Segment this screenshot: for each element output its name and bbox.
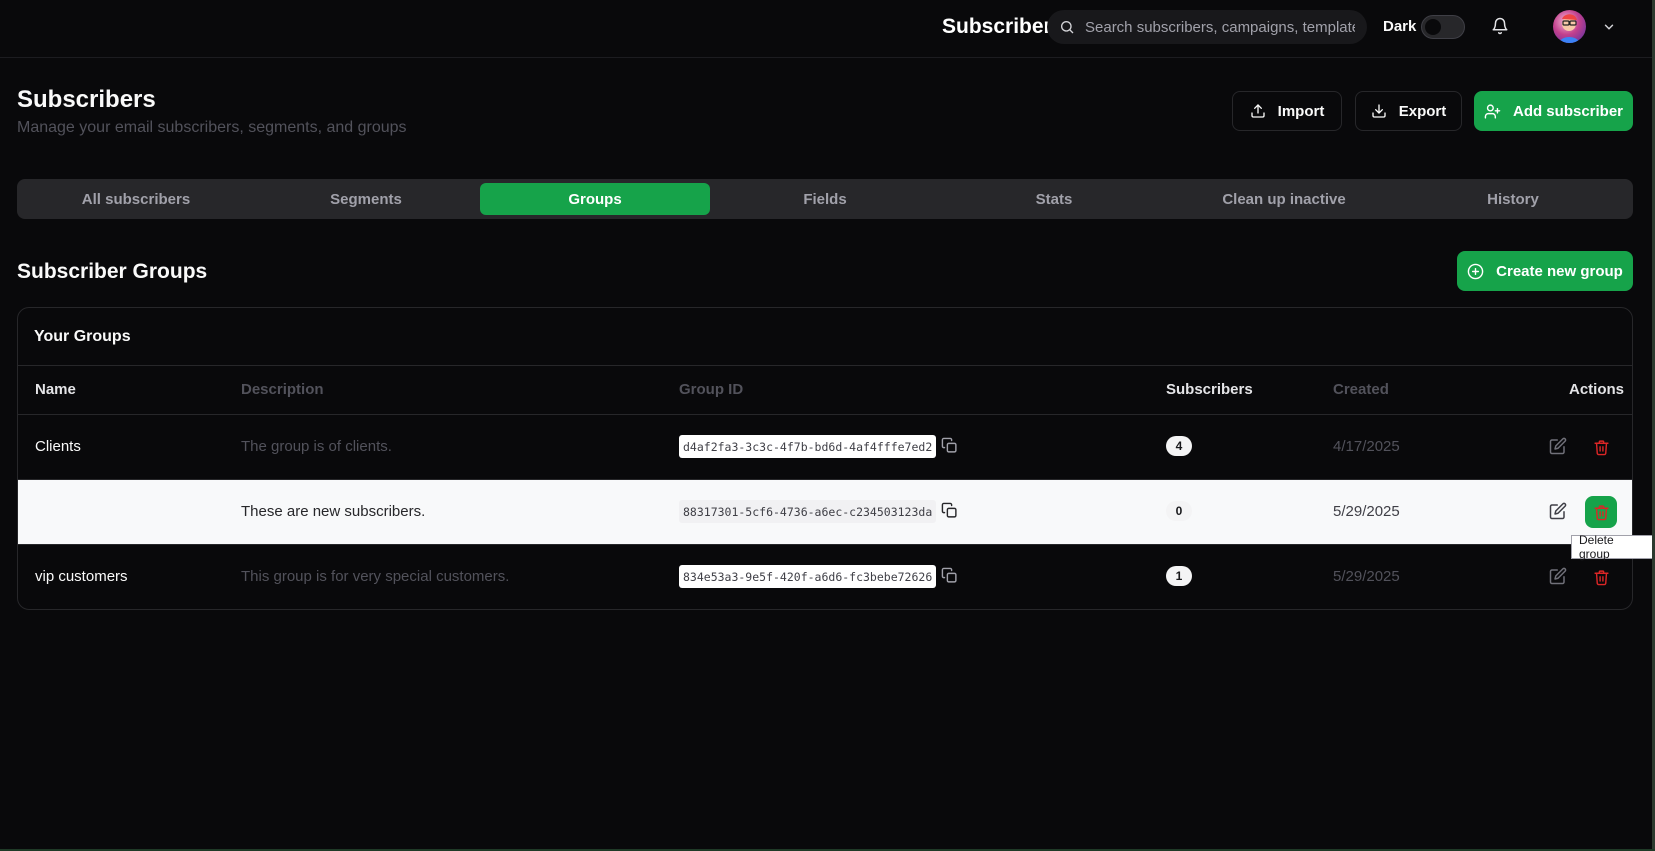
delete-group-button[interactable] xyxy=(1585,561,1617,593)
subscriber-count-badge: 1 xyxy=(1166,566,1192,586)
tab-fields[interactable]: Fields xyxy=(710,183,940,215)
delete-group-button[interactable] xyxy=(1585,496,1617,528)
edit-icon[interactable] xyxy=(1549,567,1567,585)
group-name: Clients xyxy=(35,438,81,455)
group-id: 834e53a3-9e5f-420f-a6d6-fc3bebe72626 xyxy=(679,565,937,588)
topbar-title: Subscribers xyxy=(942,15,1064,38)
col-actions: Actions xyxy=(1569,381,1625,398)
bell-icon[interactable] xyxy=(1491,17,1509,35)
import-label: Import xyxy=(1277,102,1325,120)
delete-group-tooltip: Delete group xyxy=(1571,533,1655,561)
group-name: vip customers xyxy=(35,568,128,585)
group-description: This group is for very special customers… xyxy=(241,568,510,585)
export-button[interactable]: Export xyxy=(1355,91,1462,131)
create-group-button[interactable]: Create new group xyxy=(1457,251,1633,291)
tab-segments[interactable]: Segments xyxy=(251,183,481,215)
table-row[interactable]: Clients The group is of clients. d4af2fa… xyxy=(18,415,1632,480)
copy-icon[interactable] xyxy=(941,437,958,454)
theme-toggle[interactable] xyxy=(1421,15,1465,39)
search-icon xyxy=(1061,21,1074,34)
create-group-label: Create new group xyxy=(1496,262,1623,280)
group-description: The group is of clients. xyxy=(241,438,392,455)
avatar[interactable] xyxy=(1553,10,1586,43)
page-subtitle: Manage your email subscribers, segments,… xyxy=(17,119,407,136)
groups-table: Name Description Group ID Subscribers Cr… xyxy=(18,365,1632,609)
copy-icon[interactable] xyxy=(941,502,958,519)
search-input[interactable] xyxy=(1085,18,1355,36)
user-plus-icon xyxy=(1484,103,1501,119)
tab-history[interactable]: History xyxy=(1398,183,1628,215)
subscriber-count-badge: 4 xyxy=(1166,436,1192,456)
chevron-down-icon[interactable] xyxy=(1602,20,1616,34)
tab-stats[interactable]: Stats xyxy=(939,183,1169,215)
trash-icon xyxy=(1593,569,1609,585)
edit-icon[interactable] xyxy=(1549,502,1567,520)
toggle-knob xyxy=(1425,19,1441,35)
edit-icon[interactable] xyxy=(1549,437,1567,455)
groups-card: Your Groups Name Description Group ID Su… xyxy=(17,307,1633,610)
group-id: d4af2fa3-3c3c-4f7b-bd6d-4af4fffe7ed2 xyxy=(679,435,937,458)
download-icon xyxy=(1372,104,1386,118)
created-date: 5/29/2025 xyxy=(1333,503,1400,520)
tab-bar: All subscribers Segments Groups Fields S… xyxy=(17,179,1633,219)
col-description: Description xyxy=(241,381,324,398)
search-box[interactable] xyxy=(1047,10,1367,44)
tab-all-subscribers[interactable]: All subscribers xyxy=(21,183,251,215)
col-subscribers: Subscribers xyxy=(1166,381,1253,398)
created-date: 4/17/2025 xyxy=(1333,438,1400,455)
page-title: Subscribers xyxy=(17,86,156,113)
table-row[interactable]: vip customers This group is for very spe… xyxy=(18,545,1632,609)
tab-groups[interactable]: Groups xyxy=(480,183,710,215)
col-name: Name xyxy=(35,381,76,398)
col-group-id: Group ID xyxy=(679,381,744,398)
trash-icon xyxy=(1593,439,1609,455)
card-title: Your Groups xyxy=(34,328,131,345)
group-description: These are new subscribers. xyxy=(241,503,426,520)
section-title: Subscriber Groups xyxy=(17,260,208,283)
plus-circle-icon xyxy=(1467,263,1484,279)
trash-icon xyxy=(1593,504,1609,520)
subscriber-count-badge: 0 xyxy=(1166,501,1192,521)
avatar-face-icon xyxy=(1559,14,1580,43)
group-id: 88317301-5cf6-4736-a6ec-c234503123da xyxy=(679,500,937,523)
table-header: Name Description Group ID Subscribers Cr… xyxy=(18,366,1632,415)
top-bar: Subscribers Dark xyxy=(0,0,1655,58)
col-created: Created xyxy=(1333,381,1389,398)
theme-label: Dark xyxy=(1383,18,1417,35)
add-subscriber-label: Add subscriber xyxy=(1512,102,1624,120)
add-subscriber-button[interactable]: Add subscriber xyxy=(1474,91,1633,131)
created-date: 5/29/2025 xyxy=(1333,568,1400,585)
copy-icon[interactable] xyxy=(941,567,958,584)
import-button[interactable]: Import xyxy=(1232,91,1342,131)
tab-clean-up-inactive[interactable]: Clean up inactive xyxy=(1169,183,1399,215)
delete-group-button[interactable] xyxy=(1585,431,1617,463)
export-label: Export xyxy=(1398,102,1447,120)
upload-icon xyxy=(1250,104,1265,118)
table-row[interactable]: These are new subscribers. 88317301-5cf6… xyxy=(18,480,1632,545)
